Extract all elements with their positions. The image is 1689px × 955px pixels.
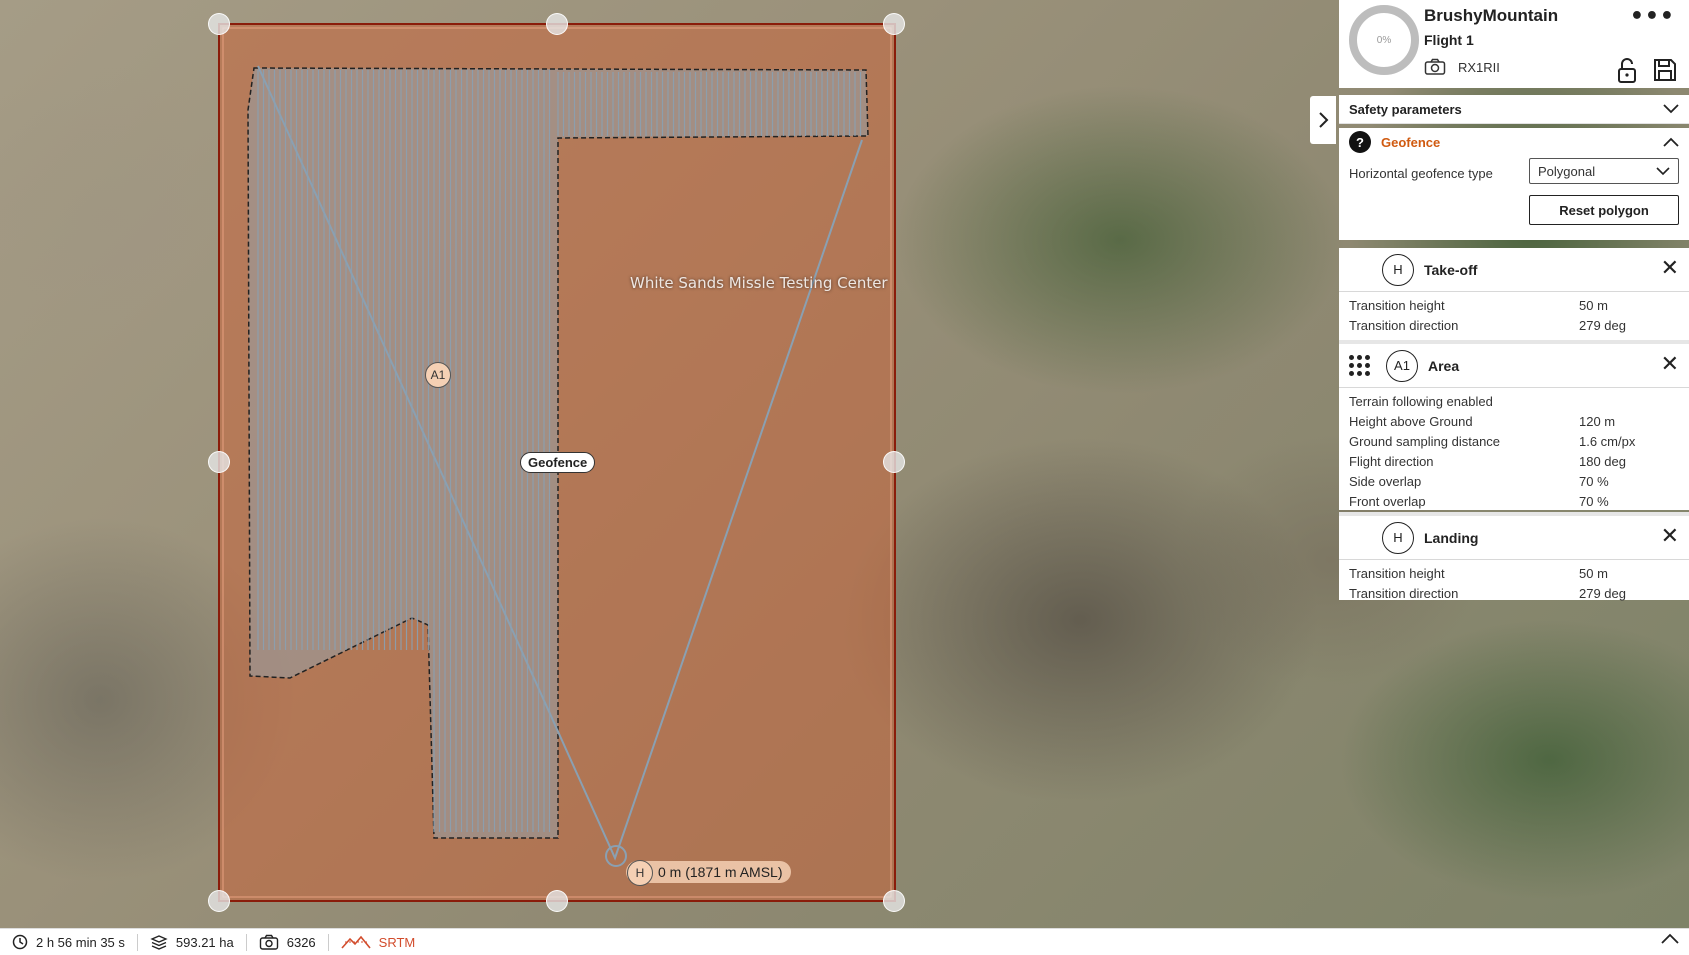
duration-value: 2 h 56 min 35 s — [36, 934, 125, 950]
area-value: 593.21 ha — [175, 934, 234, 950]
area-row: Side overlap 70 % — [1349, 473, 1609, 489]
flight-duration: 2 h 56 min 35 s — [0, 933, 138, 951]
safety-parameters-title: Safety parameters — [1349, 101, 1462, 117]
landing-badge: H — [1382, 521, 1414, 554]
home-altitude-text: 0 m (1871 m AMSL) — [658, 864, 783, 880]
chevron-up-icon[interactable] — [1663, 137, 1679, 147]
save-icon[interactable] — [1653, 58, 1677, 82]
geofence-handle-right-mid[interactable] — [883, 451, 905, 473]
close-icon[interactable]: ✕ — [1661, 354, 1679, 376]
chevron-down-icon[interactable] — [1663, 104, 1679, 114]
geofence-handle-left-mid[interactable] — [208, 451, 230, 473]
takeoff-row: Transition direction 279 deg — [1349, 317, 1626, 333]
takeoff-title: Take-off — [1424, 261, 1478, 278]
geofence-type-select[interactable]: Polygonal — [1529, 158, 1679, 184]
geofence-handle-top-left[interactable] — [208, 13, 230, 35]
area-badge: A1 — [1386, 349, 1418, 382]
geofence-handle-bottom-mid[interactable] — [546, 890, 568, 912]
landing-title: Landing — [1424, 529, 1479, 546]
geofence-type-label: Horizontal geofence type — [1349, 166, 1493, 181]
coverage-area: 593.21 ha — [138, 933, 247, 951]
photo-count-value: 6326 — [286, 934, 316, 950]
chevron-up-icon[interactable] — [1661, 933, 1679, 945]
camera-model: RX1RII — [1458, 59, 1500, 75]
help-icon[interactable]: ? — [1349, 131, 1371, 153]
area-row: Front overlap 70 % — [1349, 493, 1609, 509]
geofence-handle-top-right[interactable] — [883, 13, 905, 35]
project-name: BrushyMountain — [1424, 6, 1559, 25]
area-terrain-text: Terrain following enabled — [1349, 393, 1493, 409]
geofence-type-value: Polygonal — [1538, 163, 1596, 179]
takeoff-row: Transition height 50 m — [1349, 297, 1608, 313]
geofence-tag[interactable]: Geofence — [520, 452, 596, 473]
area-title: Area — [1428, 357, 1460, 374]
geofence-section: ? Geofence Horizontal geofence type Poly… — [1339, 128, 1689, 240]
clock-icon — [12, 934, 28, 950]
landing-card: H Landing ✕ Transition height 50 m Transi… — [1339, 512, 1689, 601]
dropdown-chevron-icon — [1656, 166, 1670, 175]
terrain-icon — [341, 935, 371, 949]
camera-icon — [259, 934, 278, 950]
progress-ring: 0% — [1349, 5, 1419, 75]
unlock-icon[interactable] — [1617, 58, 1637, 84]
elevation-source[interactable]: SRTM — [329, 934, 428, 951]
chevron-right-icon — [1319, 112, 1329, 128]
takeoff-card: H Take-off ✕ Transition height 50 m Trans… — [1339, 248, 1689, 340]
takeoff-badge: H — [1382, 253, 1414, 286]
elevation-source-value: SRTM — [378, 934, 416, 950]
area-row: Ground sampling distance 1.6 cm/px — [1349, 433, 1636, 449]
camera-icon — [1424, 58, 1446, 75]
map-area-label: White Sands Missle Testing Center — [630, 274, 888, 292]
mission-panel: 0% BrushyMountain Flight 1 RX1RII ••• Sa… — [1339, 0, 1689, 601]
area-row: Flight direction 180 deg — [1349, 453, 1626, 469]
area-marker[interactable]: A1 — [425, 362, 451, 388]
reset-polygon-button[interactable]: Reset polygon — [1529, 195, 1679, 225]
status-bar: 2 h 56 min 35 s 593.21 ha 6326 SRTM — [0, 928, 1689, 955]
geofence-handle-bottom-right[interactable] — [883, 890, 905, 912]
close-icon[interactable]: ✕ — [1661, 258, 1679, 280]
area-icon — [150, 935, 168, 950]
geofence-handle-top-mid[interactable] — [546, 13, 568, 35]
area-row: Height above Ground 120 m — [1349, 413, 1616, 429]
camera-row: RX1RII — [1424, 58, 1500, 76]
flight-name: Flight 1 — [1424, 32, 1474, 48]
area-card: A1 Area ✕ Terrain following enabled Heig… — [1339, 340, 1689, 510]
landing-row: Transition direction 279 deg — [1349, 585, 1626, 601]
geofence-title: Geofence — [1381, 134, 1441, 150]
flight-header: 0% BrushyMountain Flight 1 RX1RII ••• — [1339, 0, 1689, 88]
photo-count: 6326 — [247, 933, 329, 951]
progress-value: 0% — [1376, 34, 1392, 46]
close-icon[interactable]: ✕ — [1661, 526, 1679, 548]
landing-row: Transition height 50 m — [1349, 565, 1608, 581]
collapse-panel-button[interactable] — [1310, 96, 1336, 144]
drag-handle-icon[interactable] — [1349, 355, 1370, 376]
home-marker[interactable]: H — [627, 860, 653, 886]
more-options-icon[interactable]: ••• — [1630, 4, 1675, 29]
safety-parameters-section[interactable]: Safety parameters — [1339, 95, 1689, 124]
geofence-handle-bottom-left[interactable] — [208, 890, 230, 912]
